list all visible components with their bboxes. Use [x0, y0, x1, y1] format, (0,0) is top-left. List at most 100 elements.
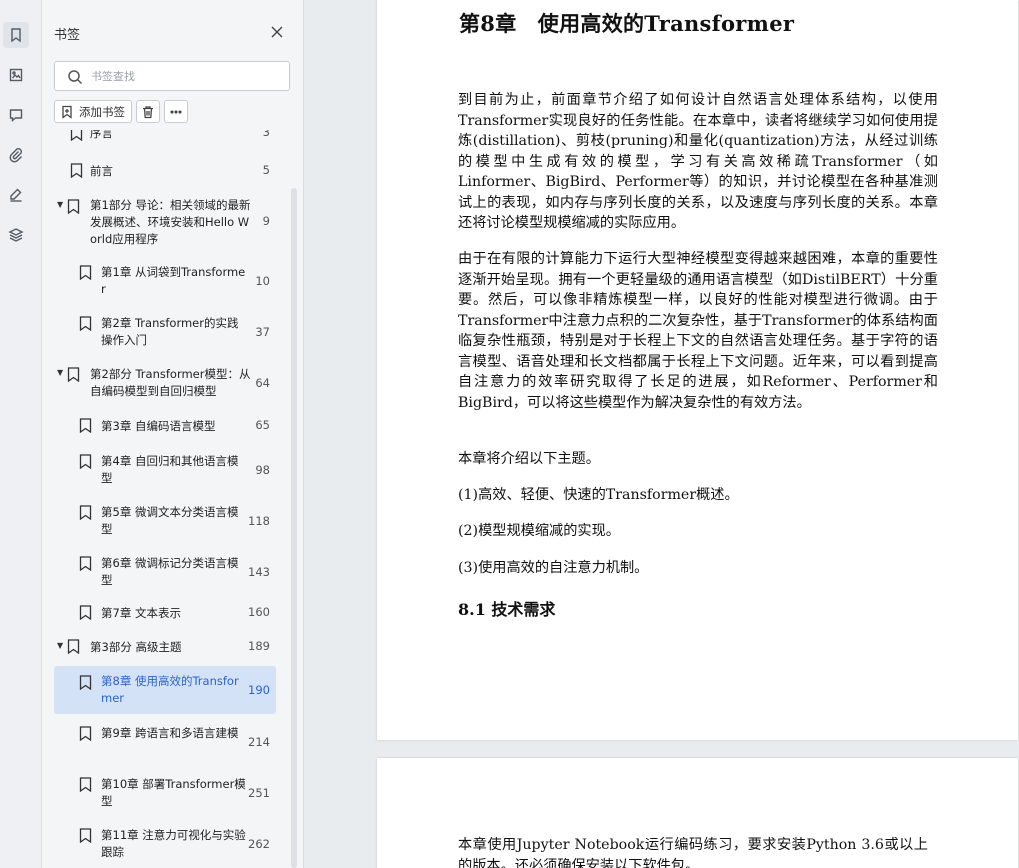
bookmark-page: 37	[255, 325, 270, 339]
bookmark-label: 序言	[90, 130, 113, 140]
attachment-icon[interactable]	[3, 142, 29, 168]
close-icon[interactable]	[270, 24, 286, 40]
bookmark-item[interactable]: ▼ 第2部分 Transformer模型：从自编码模型到自回归模型 64	[54, 362, 276, 402]
bookmark-item[interactable]: 第9章 跨语言和多语言建模 214	[54, 721, 276, 761]
bookmark-icon	[79, 418, 92, 434]
bookmark-icon	[79, 316, 92, 332]
topic-item: (3)使用高效的自注意力机制。	[458, 560, 649, 576]
bookmark-label: 第3章 自编码语言模型	[101, 419, 216, 433]
bookmark-search-input[interactable]	[91, 67, 281, 85]
paragraph: 本章将介绍以下主题。	[458, 451, 600, 467]
bookmark-item[interactable]: 第4章 自回归和其他语言模型 98	[54, 449, 276, 489]
bookmark-page: 190	[248, 683, 270, 697]
bookmark-label: 第3部分 高级主题	[90, 640, 182, 654]
paragraph: 到目前为止，前面章节介绍了如何设计自然语言处理体系结构，以使用Transform…	[458, 92, 938, 231]
pdf-page: 本章使用Jupyter Notebook运行编码练习，要求安装Python 3.…	[377, 758, 1018, 868]
bookmark-icon	[70, 163, 83, 179]
bookmark-page: 10	[255, 274, 270, 288]
add-bookmark-button[interactable]: 添加书签	[54, 100, 132, 123]
bookmark-item[interactable]: ▼ 第3部分 高级主题 189	[54, 634, 276, 660]
bookmark-icon	[79, 454, 92, 470]
bookmark-item[interactable]: ▼ 第1部分 导论：相关领域的最新发展概述、环境安装和Hello World应用…	[54, 194, 276, 250]
add-bookmark-label: 添加书签	[79, 104, 125, 119]
bookmark-icon	[79, 556, 92, 572]
bookmark-label: 第10章 部署Transformer模型	[101, 777, 246, 808]
bookmark-scrollbar[interactable]	[291, 188, 297, 868]
bookmark-item[interactable]: 第7章 文本表示 160	[54, 600, 276, 626]
bookmark-page: 65	[255, 418, 270, 432]
panel-title: 书签	[54, 28, 81, 43]
bookmark-panel: 书签 添加书签 序言 3 前言 5 ▼ 第1部分 导论：相关领域的	[42, 0, 304, 868]
bookmark-label: 第11章 注意力可视化与实验跟踪	[101, 828, 246, 859]
bookmark-label: 前言	[90, 164, 113, 178]
layers-icon[interactable]	[3, 222, 29, 248]
bookmark-page: 262	[248, 837, 270, 851]
bookmark-label: 第6章 微调标记分类语言模型	[101, 556, 239, 587]
topic-item: (1)高效、轻便、快速的Transformer概述。	[458, 487, 739, 503]
tool-rail	[0, 0, 42, 868]
bookmark-page: 98	[255, 463, 270, 477]
section-title: 8.1 技术需求	[458, 600, 556, 619]
bookmark-label: 第2章 Transformer的实践操作入门	[101, 316, 239, 347]
bookmark-page: 9	[262, 214, 270, 228]
delete-bookmark-button[interactable]	[136, 100, 160, 123]
bookmark-icon	[79, 675, 92, 691]
bookmark-item[interactable]: 第5章 微调文本分类语言模型 118	[54, 500, 276, 540]
bookmark-icon	[79, 726, 92, 742]
bookmark-label: 第1部分 导论：相关领域的最新发展概述、环境安装和Hello World应用程序	[90, 198, 251, 246]
bookmark-search[interactable]	[54, 61, 290, 91]
bookmark-page: 143	[248, 565, 270, 579]
more-options-button[interactable]	[164, 100, 188, 123]
expand-caret-icon[interactable]: ▼	[57, 368, 65, 377]
bookmark-page: 214	[248, 735, 270, 749]
bookmark-item[interactable]: 第3章 自编码语言模型 65	[54, 413, 276, 439]
bookmark-page: 251	[248, 786, 270, 800]
bookmark-page: 64	[255, 376, 270, 390]
expand-caret-icon[interactable]: ▼	[57, 641, 65, 650]
pdf-page: 第8章 使用高效的Transformer 到目前为止，前面章节介绍了如何设计自然…	[377, 0, 1018, 740]
bookmark-item[interactable]: 第1章 从词袋到Transformer 10	[54, 260, 276, 300]
bookmark-panel-icon[interactable]	[3, 22, 29, 48]
signature-icon[interactable]	[3, 182, 29, 208]
bookmark-item[interactable]: 前言 5	[54, 158, 276, 184]
paragraph: 由于在有限的计算能力下运行大型神经模型变得越来越困难，本章的重要性逐渐开始呈现。…	[458, 251, 938, 411]
bookmark-label: 第4章 自回归和其他语言模型	[101, 454, 239, 485]
bookmark-item[interactable]: 第6章 微调标记分类语言模型 143	[54, 551, 276, 591]
bookmark-page: 3	[262, 130, 270, 139]
bookmark-icon	[79, 828, 92, 844]
bookmark-item[interactable]: 第11章 注意力可视化与实验跟踪 262	[54, 823, 276, 863]
bookmark-icon	[70, 130, 83, 142]
bookmark-icon	[67, 199, 80, 215]
bookmark-page: 5	[262, 163, 270, 177]
thumbnail-icon[interactable]	[3, 62, 29, 88]
bookmark-item[interactable]: 第2章 Transformer的实践操作入门 37	[54, 311, 276, 351]
bookmark-label: 第2部分 Transformer模型：从自编码模型到自回归模型	[90, 367, 251, 398]
bookmark-icon	[79, 605, 92, 621]
bookmark-page: 160	[248, 605, 270, 619]
search-icon	[68, 70, 83, 85]
bookmark-item[interactable]: 第10章 部署Transformer模型 251	[54, 772, 276, 812]
bookmark-page: 189	[248, 639, 270, 653]
bookmark-list: 序言 3 前言 5 ▼ 第1部分 导论：相关领域的最新发展概述、环境安装和Hel…	[42, 130, 303, 868]
bookmark-item[interactable]: 序言 3	[54, 130, 276, 146]
add-bookmark-icon	[62, 105, 72, 119]
bookmark-label: 第5章 微调文本分类语言模型	[101, 505, 239, 536]
bookmark-icon	[67, 639, 80, 655]
bookmark-icon	[67, 367, 80, 383]
bookmark-icon	[79, 777, 92, 793]
topic-item: (2)模型规模缩减的实现。	[458, 523, 620, 539]
bookmark-label: 第8章 使用高效的Transformer	[101, 674, 239, 705]
chapter-title: 第8章 使用高效的Transformer	[459, 11, 795, 36]
comment-icon[interactable]	[3, 102, 29, 128]
bookmark-icon	[79, 505, 92, 521]
bookmark-label: 第1章 从词袋到Transformer	[101, 265, 246, 296]
more-icon	[170, 109, 182, 114]
bookmark-label: 第9章 跨语言和多语言建模	[101, 726, 239, 740]
bookmark-page: 118	[248, 514, 270, 528]
paragraph: 本章使用Jupyter Notebook运行编码练习，要求安装Python 3.…	[458, 837, 928, 868]
bookmark-item-selected[interactable]: 第8章 使用高效的Transformer 190	[54, 666, 276, 714]
bookmark-label: 第7章 文本表示	[101, 606, 181, 620]
document-view[interactable]: 第8章 使用高效的Transformer 到目前为止，前面章节介绍了如何设计自然…	[305, 0, 1019, 868]
expand-caret-icon[interactable]: ▼	[57, 200, 65, 209]
bookmark-icon	[79, 265, 92, 281]
